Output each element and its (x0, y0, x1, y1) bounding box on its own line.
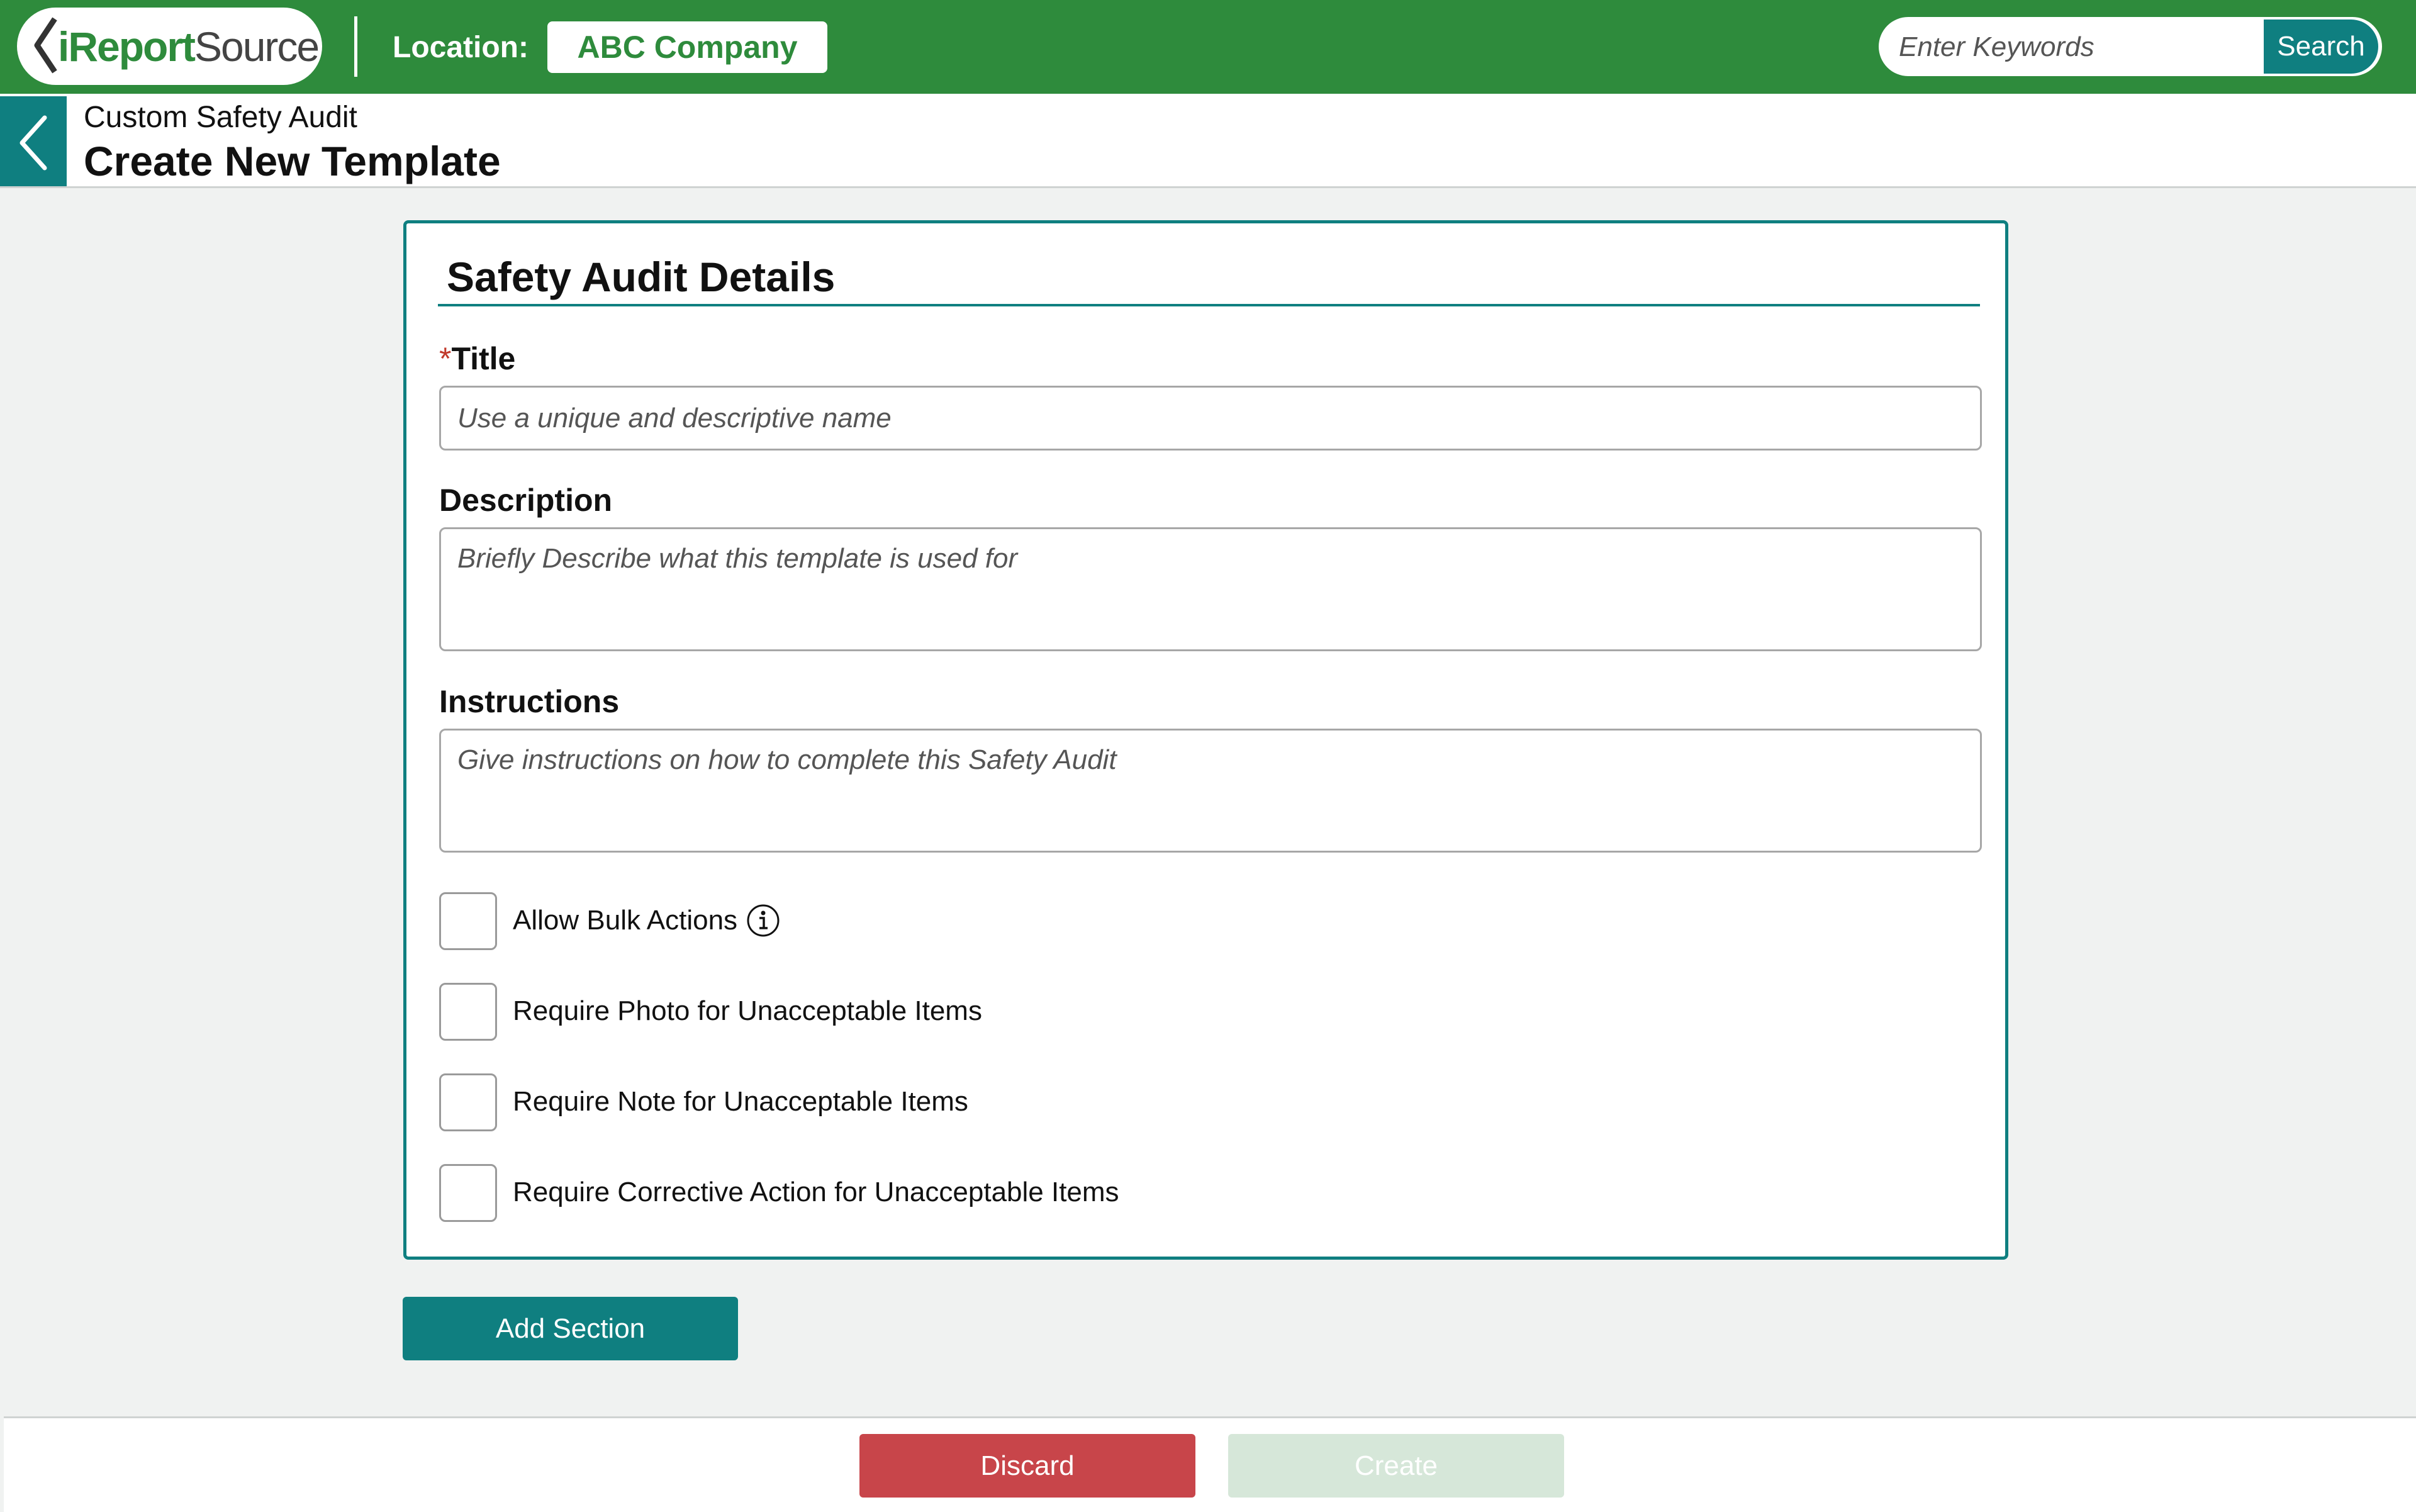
page-header: Custom Safety Audit Create New Template (0, 94, 2416, 188)
safety-audit-details-card: Safety Audit Details *Title Description … (403, 220, 2008, 1260)
require-photo-checkbox[interactable] (439, 983, 497, 1041)
checkbox-label: Require Corrective Action for Unacceptab… (513, 1177, 1119, 1207)
require-corrective-action-checkbox[interactable] (439, 1164, 497, 1222)
checkbox-label: Require Note for Unacceptable Items (513, 1086, 968, 1117)
footer-action-bar: Discard Create (4, 1416, 2416, 1512)
location-selector-button[interactable]: ABC Company (547, 21, 827, 73)
header-divider (354, 16, 357, 77)
allow-bulk-actions-option[interactable]: Allow Bulk Actions (439, 892, 1446, 950)
location-label: Location: (393, 31, 528, 64)
discard-button[interactable]: Discard (859, 1434, 1195, 1498)
logo-text-part2: Source (194, 23, 320, 70)
instructions-field-label: Instructions (439, 684, 620, 719)
info-icon[interactable] (746, 904, 780, 938)
require-corrective-action-option[interactable]: Require Corrective Action for Unacceptab… (439, 1164, 1446, 1222)
search-button[interactable]: Search (2264, 20, 2378, 74)
description-textarea[interactable] (439, 527, 1982, 651)
title-field-label: *Title (439, 340, 515, 378)
require-note-checkbox[interactable] (439, 1073, 497, 1131)
card-title: Safety Audit Details (447, 254, 836, 300)
require-note-option[interactable]: Require Note for Unacceptable Items (439, 1073, 1446, 1131)
required-marker: * (439, 341, 452, 376)
title-input[interactable] (439, 386, 1982, 451)
back-button[interactable] (0, 96, 67, 186)
module-title: Custom Safety Audit (84, 101, 357, 134)
title-label-text: Title (451, 341, 516, 376)
add-section-button[interactable]: Add Section (403, 1297, 738, 1360)
top-bar: iReportSource Location: ABC Company Sear… (0, 0, 2416, 94)
search-input[interactable] (1898, 17, 2252, 76)
logo-text: iReportSource (58, 23, 320, 70)
description-field-label: Description (439, 483, 613, 518)
instructions-textarea[interactable] (439, 729, 1982, 853)
checkbox-label: Require Photo for Unacceptable Items (513, 995, 982, 1026)
app-logo[interactable]: iReportSource (17, 8, 322, 85)
search-bar: Search (1879, 17, 2382, 76)
checkbox-label: Allow Bulk Actions (513, 905, 738, 936)
create-button[interactable]: Create (1228, 1434, 1564, 1498)
page-title: Create New Template (84, 138, 501, 184)
require-photo-option[interactable]: Require Photo for Unacceptable Items (439, 983, 1446, 1041)
logo-text-part1: iReport (58, 23, 196, 70)
allow-bulk-actions-checkbox[interactable] (439, 892, 497, 950)
chevron-left-icon (20, 115, 47, 171)
card-title-underline (438, 304, 1980, 306)
